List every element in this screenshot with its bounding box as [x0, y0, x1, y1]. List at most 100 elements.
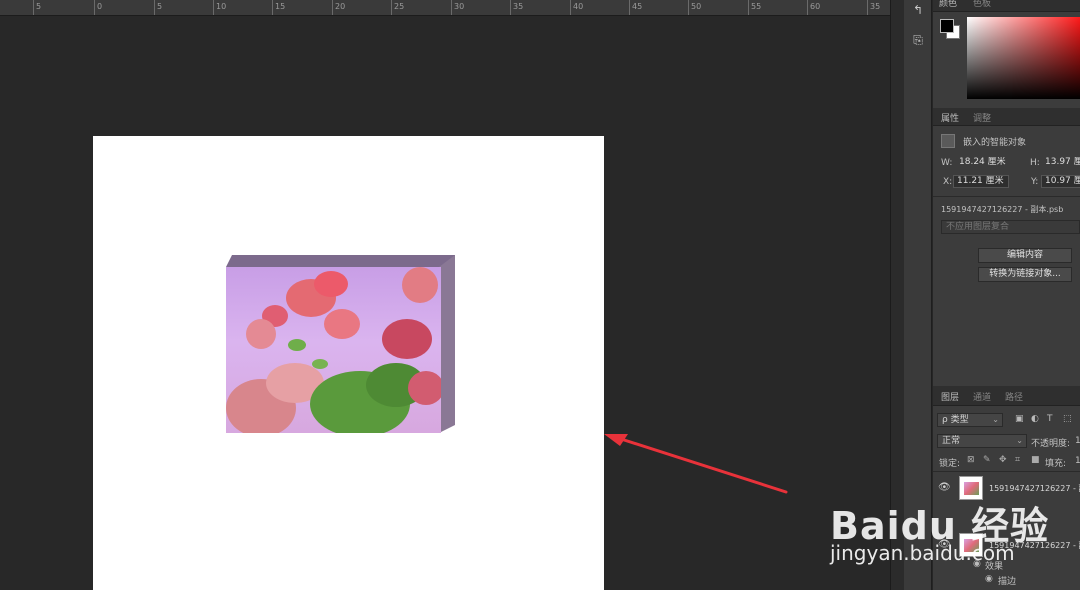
layer-thumbnail [959, 533, 983, 557]
tab-layers[interactable]: 图层 [941, 390, 959, 403]
horizontal-ruler[interactable]: 5 0 5 10 15 20 25 30 35 40 45 50 55 60 3… [0, 0, 890, 16]
ruler-label: 35 [513, 2, 524, 11]
type-filter-icon[interactable]: T [1047, 414, 1053, 424]
right-panel-column: 颜色 色板 属性 调整 嵌入的智能对象 W: 18.24 厘米 H: 13.97… [933, 0, 1080, 590]
size-row: W: 18.24 厘米 H: 13.97 厘米 [933, 156, 1080, 172]
height-label: H: [1030, 158, 1040, 168]
ruler-tick [154, 0, 155, 15]
layer-row[interactable]: 👁 1591947427126227 - 副 [933, 473, 1080, 503]
ruler-label: 5 [36, 2, 42, 11]
stroke-eye-icon[interactable]: ◉ [985, 574, 993, 584]
adjustment-filter-icon[interactable]: ◐ [1031, 414, 1039, 424]
ruler-label: 55 [751, 2, 762, 11]
ruler-tick [867, 0, 868, 15]
edit-contents-button[interactable]: 编辑内容 [978, 248, 1072, 263]
x-label: X: [943, 177, 953, 187]
layers-panel-tabs: 图层 通道 路径 [933, 386, 1080, 406]
opacity-value[interactable]: 1 [1075, 436, 1080, 446]
effects-eye-icon[interactable]: ◉ [973, 559, 981, 569]
lock-all-icon[interactable]: ■ [1031, 455, 1040, 465]
rose-flower [314, 271, 348, 297]
ruler-label: 50 [691, 2, 702, 11]
ruler-label: 5 [157, 2, 163, 11]
eye-icon[interactable]: 👁 [938, 482, 951, 493]
ruler-label: 40 [573, 2, 584, 11]
ruler-tick [272, 0, 273, 15]
tab-adjustments[interactable]: 调整 [973, 111, 991, 124]
ruler-tick [33, 0, 34, 15]
ruler-label: 10 [216, 2, 227, 11]
ruler-tick [570, 0, 571, 15]
panel-icon-dock: ↰ ⎘ [904, 0, 932, 590]
eye-icon[interactable]: 👁 [938, 539, 951, 550]
layer-comp-select[interactable]: 不应用图层复合 [941, 220, 1080, 234]
properties-panel-tabs: 属性 调整 [933, 108, 1080, 126]
tab-color[interactable]: 颜色 [939, 0, 957, 9]
ruler-tick [332, 0, 333, 15]
shape-filter-icon[interactable]: ⬚ [1063, 414, 1072, 424]
width-field[interactable]: 18.24 厘米 [955, 156, 1010, 169]
y-label: Y: [1031, 177, 1039, 187]
layer-thumbnail [959, 476, 983, 500]
red-pointer-arrow [604, 434, 788, 494]
ruler-tick [213, 0, 214, 15]
layer-row[interactable]: 👁 1591947427126227 - 副 [933, 530, 1080, 560]
blend-mode-select[interactable]: 正常 ⌄ [937, 434, 1027, 448]
lock-label: 锁定: [939, 459, 961, 469]
ruler-label: 15 [275, 2, 286, 11]
layer-filter-select[interactable]: ρ 类型 ⌄ [937, 413, 1003, 427]
foliage [312, 359, 328, 369]
lock-pixels-icon[interactable]: ✎ [983, 455, 991, 465]
rose-flower [402, 267, 438, 303]
rose-flower [246, 319, 276, 349]
file-row: 1591947427126227 - 副本.psb [933, 203, 1080, 217]
fill-label: 填充: [1045, 459, 1067, 469]
divider [933, 471, 1080, 472]
fill-value[interactable]: 1 [1075, 456, 1080, 466]
foliage [288, 339, 306, 351]
document-workspace[interactable]: 5 0 5 10 15 20 25 30 35 40 45 50 55 60 3… [0, 0, 890, 590]
tab-channels[interactable]: 通道 [973, 390, 991, 403]
panel-collapse-strip[interactable] [890, 0, 904, 590]
lock-artboard-icon[interactable]: ⌗ [1015, 455, 1020, 465]
ruler-label: 20 [335, 2, 346, 11]
ruler-tick [510, 0, 511, 15]
layer-comp-value: 不应用图层复合 [946, 222, 1010, 232]
effects-row[interactable]: ◉ 效果 [933, 558, 1080, 572]
smart-object-header: 嵌入的智能对象 [933, 130, 1080, 150]
lock-row: 锁定: ⊠ ✎ ✥ ⌗ ■ 填充: 1 [933, 454, 1080, 470]
tab-swatches[interactable]: 色板 [973, 0, 991, 9]
color-panel-tabs: 颜色 色板 [933, 0, 1080, 12]
image-filter-icon[interactable]: ▣ [1015, 414, 1024, 424]
ruler-label: 60 [810, 2, 821, 11]
layer-name[interactable]: 1591947427126227 - 副 [989, 540, 1080, 551]
divider [933, 196, 1080, 197]
convert-to-linked-button[interactable]: 转换为链接对象... [978, 267, 1072, 282]
layer-name[interactable]: 1591947427126227 - 副 [989, 483, 1080, 494]
history-icon[interactable]: ↰ [910, 2, 926, 18]
chevron-down-icon: ⌄ [992, 415, 999, 424]
ruler-label: 25 [394, 2, 405, 11]
box-side-face [439, 255, 455, 433]
ruler-tick [748, 0, 749, 15]
y-field[interactable]: 10.97 厘米 [1041, 175, 1080, 188]
box-top-face [226, 255, 455, 267]
lock-transparent-icon[interactable]: ⊠ [967, 455, 975, 465]
color-picker-field[interactable] [967, 17, 1080, 99]
rose-flower [382, 319, 432, 359]
ruler-tick [807, 0, 808, 15]
blend-mode-value: 正常 [942, 436, 961, 446]
3d-smart-object-layer[interactable] [226, 255, 455, 435]
lock-position-icon[interactable]: ✥ [999, 455, 1007, 465]
rose-photo-front-face [226, 267, 441, 433]
libraries-icon[interactable]: ⎘ [910, 32, 926, 48]
x-field[interactable]: 11.21 厘米 [953, 175, 1009, 188]
stroke-effect-row[interactable]: ◉ 描边 [933, 573, 1080, 587]
tab-properties[interactable]: 属性 [941, 111, 959, 124]
tab-paths[interactable]: 路径 [1005, 390, 1023, 403]
chevron-down-icon: ⌄ [1016, 436, 1023, 445]
ruler-tick [391, 0, 392, 15]
width-label: W: [941, 158, 953, 168]
height-field[interactable]: 13.97 厘米 [1041, 156, 1080, 169]
foreground-color-swatch[interactable] [940, 19, 954, 33]
